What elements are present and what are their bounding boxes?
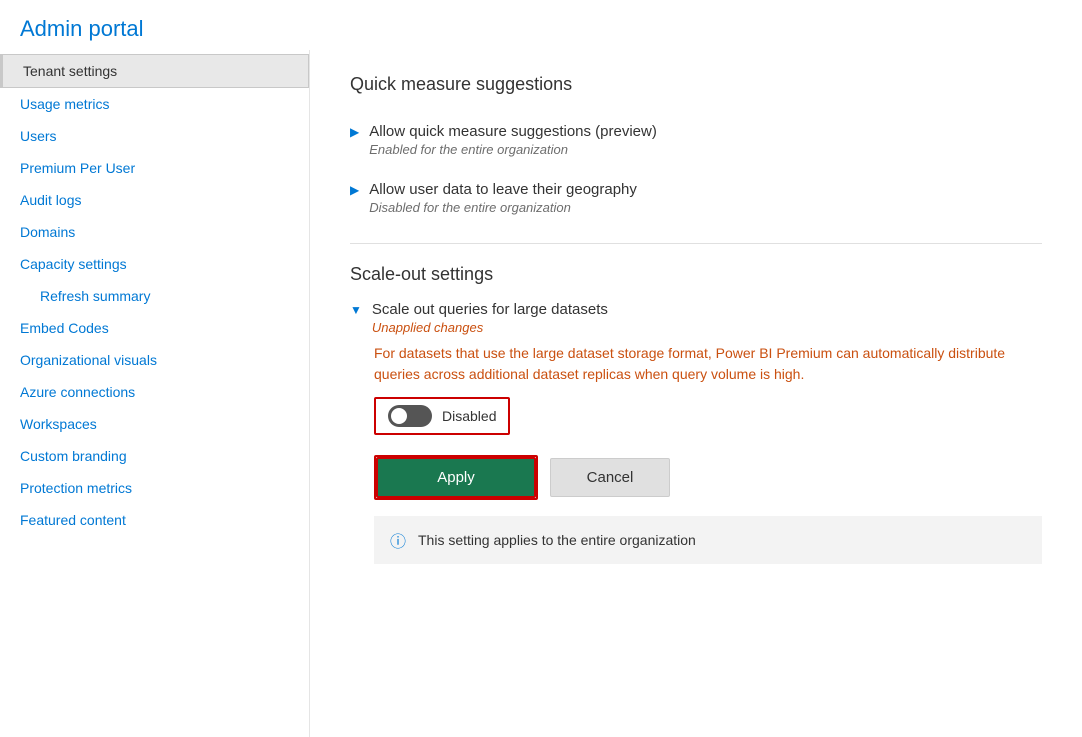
- scale-out-header: ▼ Scale out queries for large datasets U…: [350, 301, 1042, 335]
- section-divider: [350, 243, 1042, 244]
- sidebar-item-usage-metrics[interactable]: Usage metrics: [0, 88, 309, 120]
- scale-out-section: ▼ Scale out queries for large datasets U…: [350, 301, 1042, 564]
- scale-out-toggle[interactable]: [388, 405, 432, 427]
- apply-button[interactable]: Apply: [376, 457, 536, 498]
- app-header: Admin portal: [0, 0, 1082, 50]
- sidebar-item-protection-metrics[interactable]: Protection metrics: [0, 472, 309, 504]
- toggle-label: Disabled: [442, 408, 496, 424]
- allow-user-data-text: Allow user data to leave their geography…: [369, 181, 637, 215]
- main-layout: Tenant settings Usage metrics Users Prem…: [0, 50, 1082, 737]
- cancel-button[interactable]: Cancel: [550, 458, 670, 497]
- button-row: Apply Cancel: [350, 455, 1042, 500]
- info-banner: ⓘ This setting applies to the entire org…: [374, 516, 1042, 564]
- allow-quick-measure-sublabel: Enabled for the entire organization: [369, 142, 657, 157]
- sidebar-item-custom-branding[interactable]: Custom branding: [0, 440, 309, 472]
- scale-out-sublabel: Unapplied changes: [372, 320, 608, 335]
- sidebar-item-tenant-settings[interactable]: Tenant settings: [0, 54, 309, 88]
- toggle-wrapper[interactable]: Disabled: [374, 397, 510, 435]
- scale-out-section-title: Scale-out settings: [350, 264, 1042, 285]
- sidebar-item-users[interactable]: Users: [0, 120, 309, 152]
- toggle-thumb: [391, 408, 407, 424]
- sidebar-item-organizational-visuals[interactable]: Organizational visuals: [0, 344, 309, 376]
- scale-out-label: Scale out queries for large datasets: [372, 301, 608, 318]
- chevron-down-icon[interactable]: ▼: [350, 303, 362, 317]
- allow-user-data-sublabel: Disabled for the entire organization: [369, 200, 637, 215]
- content-area: Quick measure suggestions ▶ Allow quick …: [310, 50, 1082, 737]
- scale-out-description: For datasets that use the large dataset …: [374, 343, 1042, 385]
- scale-out-text: Scale out queries for large datasets Una…: [372, 301, 608, 335]
- apply-button-wrapper: Apply: [374, 455, 538, 500]
- sidebar-item-refresh-summary[interactable]: Refresh summary: [0, 280, 309, 312]
- sidebar-item-audit-logs[interactable]: Audit logs: [0, 184, 309, 216]
- toggle-track: [388, 405, 432, 427]
- allow-quick-measure-text: Allow quick measure suggestions (preview…: [369, 123, 657, 157]
- chevron-right-icon-2[interactable]: ▶: [350, 183, 359, 197]
- app-title: Admin portal: [20, 16, 1062, 42]
- sidebar-item-embed-codes[interactable]: Embed Codes: [0, 312, 309, 344]
- allow-quick-measure-label: Allow quick measure suggestions (preview…: [369, 123, 657, 140]
- sidebar-item-capacity-settings[interactable]: Capacity settings: [0, 248, 309, 280]
- allow-quick-measure-setting: ▶ Allow quick measure suggestions (previ…: [350, 111, 1042, 169]
- sidebar-item-workspaces[interactable]: Workspaces: [0, 408, 309, 440]
- sidebar-item-premium-per-user[interactable]: Premium Per User: [0, 152, 309, 184]
- info-text: This setting applies to the entire organ…: [418, 532, 696, 548]
- allow-user-data-label: Allow user data to leave their geography: [369, 181, 637, 198]
- quick-measure-section-title: Quick measure suggestions: [350, 74, 1042, 95]
- sidebar-item-featured-content[interactable]: Featured content: [0, 504, 309, 536]
- chevron-right-icon[interactable]: ▶: [350, 125, 359, 139]
- allow-user-data-setting: ▶ Allow user data to leave their geograp…: [350, 169, 1042, 227]
- info-icon: ⓘ: [390, 528, 408, 552]
- sidebar-item-azure-connections[interactable]: Azure connections: [0, 376, 309, 408]
- sidebar-item-domains[interactable]: Domains: [0, 216, 309, 248]
- sidebar: Tenant settings Usage metrics Users Prem…: [0, 50, 310, 737]
